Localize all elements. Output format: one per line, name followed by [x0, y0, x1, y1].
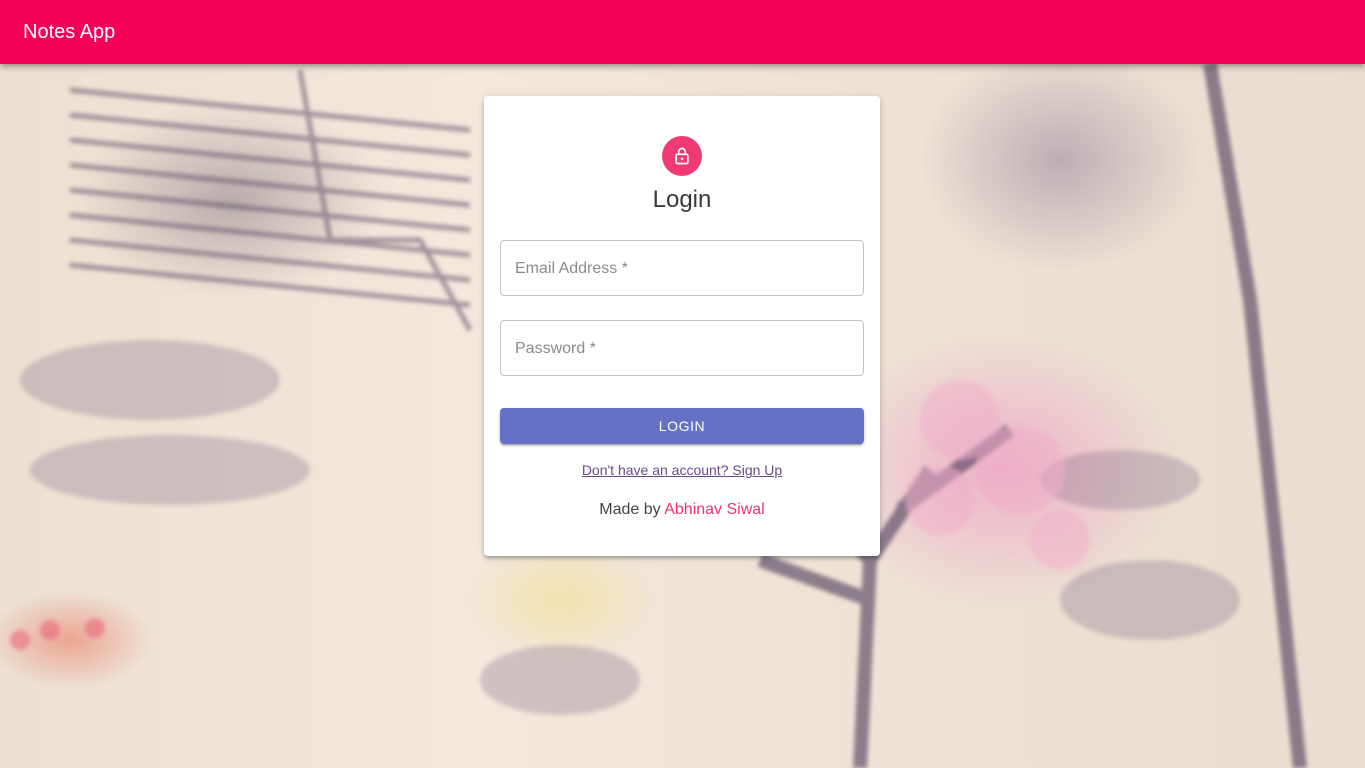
login-button[interactable]: LOGIN [500, 408, 864, 444]
email-field[interactable]: Email Address * [500, 240, 864, 296]
password-input[interactable] [501, 321, 863, 375]
login-card: Login Email Address * Password * LOGIN D… [484, 96, 880, 556]
app-title: Notes App [23, 21, 116, 43]
made-by-label: Made by [599, 501, 665, 518]
lock-icon [675, 147, 689, 165]
email-input[interactable] [501, 241, 863, 295]
password-field[interactable]: Password * [500, 320, 864, 376]
avatar [662, 136, 702, 176]
author-link[interactable]: Abhinav Siwal [664, 501, 765, 518]
app-bar: Notes App [0, 0, 1365, 64]
signup-link[interactable]: Don't have an account? Sign Up [484, 462, 880, 479]
made-by-credit: Made by Abhinav Siwal [484, 500, 880, 520]
page-title: Login [652, 186, 712, 213]
